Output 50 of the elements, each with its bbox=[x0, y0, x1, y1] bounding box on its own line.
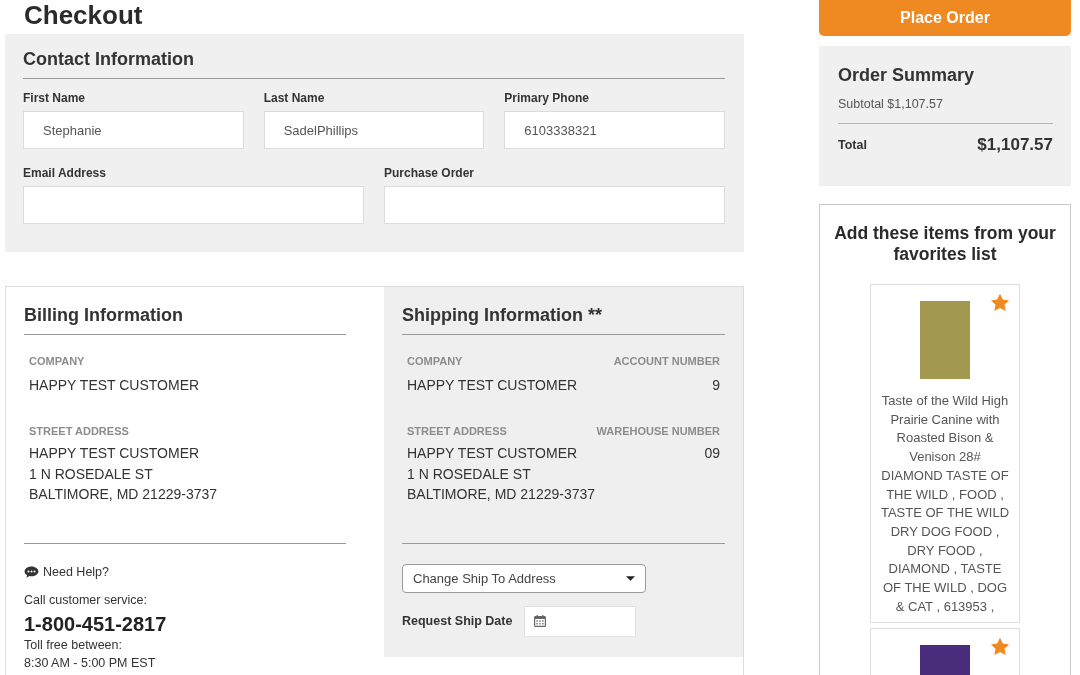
hours-text: 8:30 AM - 5:00 PM EST bbox=[24, 654, 156, 672]
help-text: Toll free between: bbox=[24, 636, 122, 654]
address-line: HAPPY TEST CUSTOMER bbox=[29, 444, 200, 463]
field-label: Last Name bbox=[263, 91, 325, 105]
date-field[interactable] bbox=[524, 605, 637, 637]
address-line: 1 N ROSEDALE ST bbox=[407, 464, 531, 484]
input-field[interactable]: Stephanie bbox=[23, 111, 244, 149]
help-label: Need Help? bbox=[43, 563, 109, 581]
total-label: Total bbox=[838, 138, 867, 152]
address-line: HAPPY TEST CUSTOMER bbox=[407, 444, 578, 463]
section-title: Order Summary bbox=[838, 64, 975, 86]
input-field[interactable] bbox=[384, 186, 725, 224]
star-icon[interactable] bbox=[990, 293, 1010, 312]
field-label: Request Ship Date bbox=[402, 614, 513, 628]
page-title: Checkout bbox=[24, 0, 143, 30]
info-label: STREET ADDRESS bbox=[407, 424, 507, 438]
field-label: Email Address bbox=[23, 166, 106, 180]
address-line: BALTIMORE, MD 21229-3737 bbox=[29, 485, 218, 504]
input-field[interactable]: SadelPhillips bbox=[263, 111, 485, 149]
field-label: Purchase Order bbox=[384, 166, 475, 180]
section-title: Billing Information bbox=[24, 304, 183, 326]
ship-to-dropdown[interactable]: Change Ship To Address bbox=[402, 563, 646, 593]
info-label: COMPANY bbox=[29, 354, 85, 368]
input-field[interactable] bbox=[23, 186, 364, 224]
subtotal-text: Subtotal $1,107.57 bbox=[838, 96, 943, 112]
info-value: 09 bbox=[704, 444, 720, 463]
info-label: WAREHOUSE NUMBER bbox=[596, 424, 720, 438]
caret-icon bbox=[626, 575, 635, 581]
address-line: 1 N ROSEDALE ST bbox=[29, 464, 153, 484]
total-amount: $1,107.57 bbox=[977, 135, 1053, 155]
info-value: HAPPY TEST CUSTOMER bbox=[407, 376, 578, 395]
info-label: ACCOUNT NUMBER bbox=[613, 354, 720, 368]
info-value: 9 bbox=[712, 376, 720, 395]
info-label: STREET ADDRESS bbox=[29, 424, 129, 438]
section-title: Contact Information bbox=[23, 48, 194, 70]
section-title: Shipping Information ** bbox=[402, 304, 602, 326]
field-label: First Name bbox=[23, 91, 86, 105]
info-label: COMPANY bbox=[407, 354, 463, 368]
product-name: Taste of the Wild High Prairie Canine with Roasted Bison & Venison 28# DIAMOND TASTE OF THE WILD , FOOD , TASTE OF THE WILD DRY DOG FOOD , DRY FOOD , DIAMOND , TASTE OF THE WILD , DOG & CAT , 613953 , bbox=[880, 392, 1010, 616]
section-title: Add these items from your favorites list bbox=[833, 223, 1057, 265]
phone-number: 1-800-451-2817 bbox=[24, 611, 167, 636]
calendar-icon[interactable] bbox=[534, 615, 547, 627]
address-line: BALTIMORE, MD 21229-3737 bbox=[407, 485, 596, 504]
star-icon[interactable] bbox=[990, 637, 1010, 657]
product-card[interactable]: Taste of the Wild High Prairie Canine with Roasted Bison & Venison 28# DIAMOND TASTE OF THE WILD , FOOD , TASTE OF THE WILD DRY DOG FOOD , DRY FOOD , DIAMOND , TASTE OF THE WILD , DOG & CAT , 613953 , bbox=[870, 284, 1020, 624]
info-value: HAPPY TEST CUSTOMER bbox=[29, 376, 200, 395]
chat-bubble-icon bbox=[24, 565, 39, 578]
help-text: Call customer service: bbox=[24, 591, 147, 609]
field-label: Primary Phone bbox=[504, 91, 590, 105]
input-field[interactable]: 6103338321 bbox=[504, 111, 725, 149]
